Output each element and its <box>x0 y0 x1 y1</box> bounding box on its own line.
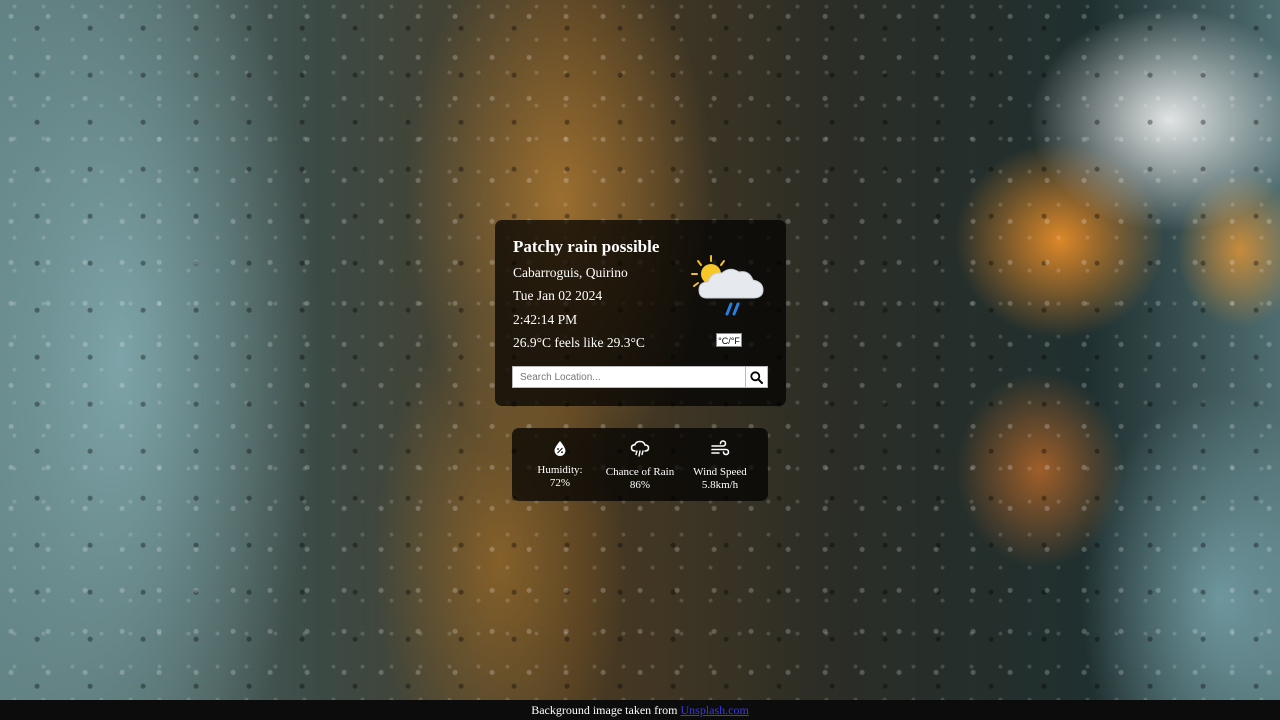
rain-chance-label: Chance of Rain <box>605 466 675 478</box>
unit-toggle-button[interactable]: °C/°F <box>716 333 742 347</box>
location-text: Cabarroguis, Quirino <box>513 265 628 280</box>
footer-text: Background image taken from <box>531 703 678 717</box>
wind-speed-stat: Wind Speed 5.8km/h <box>678 440 762 492</box>
rain-chance-value: 86% <box>629 479 651 491</box>
time-text: 2:42:14 PM <box>513 312 578 327</box>
search-button[interactable] <box>745 366 768 388</box>
wind-icon <box>711 440 730 456</box>
weather-stats-card: Humidity: 72% Chance of Rain 86% Wind Sp… <box>512 428 768 501</box>
humidity-label: Humidity: <box>537 464 583 476</box>
sun-cloud-rain-icon <box>691 255 764 316</box>
search-input[interactable] <box>512 366 745 388</box>
search-bar <box>512 366 768 388</box>
rain-cloud-icon <box>630 440 650 457</box>
weather-card: Patchy rain possible Cabarroguis, Quirin… <box>495 220 786 406</box>
weather-condition: Patchy rain possible <box>513 237 660 256</box>
rain-chance-stat: Chance of Rain 86% <box>598 440 682 492</box>
temperature-text: 26.9°C feels like 29.3°C <box>513 335 645 350</box>
wind-speed-value: 5.8km/h <box>701 479 739 491</box>
humidity-stat: Humidity: 72% <box>518 440 602 490</box>
humidity-drop-icon <box>554 441 566 456</box>
unsplash-link[interactable]: Unsplash.com <box>680 703 748 717</box>
humidity-value: 72% <box>549 477 571 489</box>
date-text: Tue Jan 02 2024 <box>513 288 603 303</box>
search-icon <box>750 370 763 384</box>
footer-credit: Background image taken from Unsplash.com <box>0 700 1280 720</box>
wind-speed-label: Wind Speed <box>693 466 747 478</box>
